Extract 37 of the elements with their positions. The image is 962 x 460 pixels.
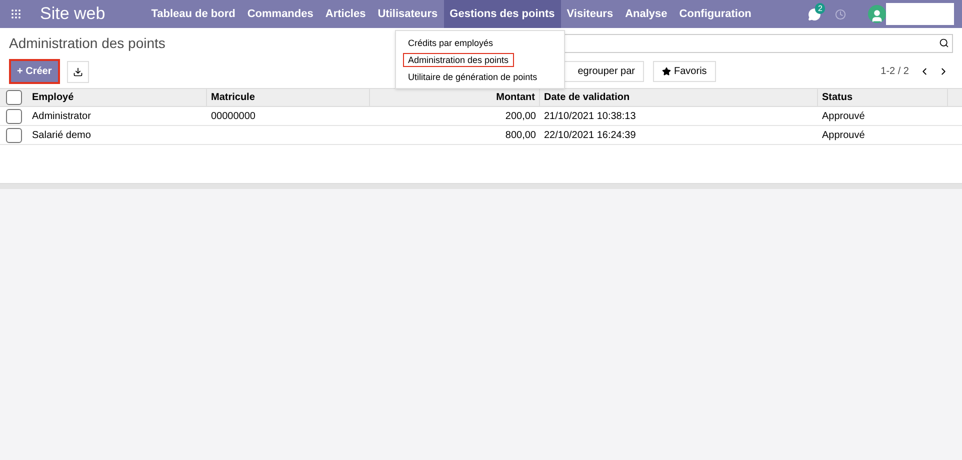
menu-item[interactable]: Configuration (673, 0, 758, 28)
table-cell-text: Approuvé (822, 128, 865, 142)
menu-item[interactable]: Analyse (619, 0, 674, 28)
user-name-field (886, 3, 954, 25)
table-cell-text: 00000000 (211, 110, 256, 124)
avatar-icon[interactable] (868, 5, 886, 23)
menu-item[interactable]: Commandes (241, 0, 320, 28)
select-all-checkbox[interactable] (6, 90, 22, 105)
row-checkbox[interactable] (6, 128, 22, 142)
apps-menu-icon[interactable] (10, 8, 22, 20)
star-icon (662, 67, 672, 76)
table-cell-text: Administrator (32, 110, 91, 124)
table-cell-text: Approuvé (822, 110, 865, 124)
table-cell-text: 800,00 (505, 128, 536, 142)
menu-item[interactable]: Tableau de bord (145, 0, 242, 28)
menu-item[interactable]: Gestions des points (444, 0, 561, 28)
create-button[interactable]: + Créer (9, 59, 60, 84)
pager-text: 1-2 / 2 (880, 65, 909, 79)
column-header[interactable]: Matricule (207, 89, 370, 106)
message-count-badge: 2 (815, 2, 826, 14)
page-title: Administration des points (9, 34, 166, 53)
app-title: Site web (40, 3, 106, 26)
table-cell-text: 22/10/2021 16:24:39 (544, 128, 636, 142)
column-header[interactable]: Status (818, 89, 948, 106)
dropdown-item[interactable]: Administration des points (403, 52, 514, 66)
table-cell-text: 21/10/2021 10:38:13 (544, 110, 636, 124)
table-cell-text: 200,00 (505, 110, 536, 124)
menu-item[interactable]: Articles (319, 0, 372, 28)
table-cell-text: Salarié demo (32, 128, 91, 142)
download-icon (72, 66, 83, 76)
menu-item[interactable]: Visiteurs (560, 0, 620, 28)
row-checkbox[interactable] (6, 108, 22, 124)
search-icon[interactable] (939, 38, 949, 48)
menu-item[interactable]: Utilisateurs (372, 0, 444, 28)
favorites-button[interactable]: Favoris (653, 61, 716, 82)
download-button[interactable] (66, 60, 89, 82)
column-header[interactable]: Employé (28, 89, 207, 106)
